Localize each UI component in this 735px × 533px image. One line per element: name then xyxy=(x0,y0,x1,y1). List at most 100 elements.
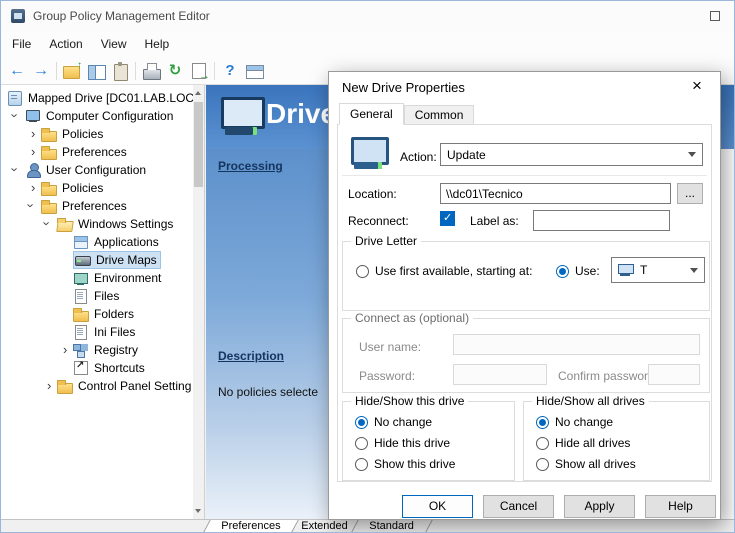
connect-as-group: Connect as (optional) User name: Passwor… xyxy=(342,318,710,393)
radio-use-first-available[interactable]: Use first available, starting at: xyxy=(356,264,532,278)
view-tabstrip: Preferences Extended Standard xyxy=(206,520,419,533)
tree-item-user-configuration[interactable]: User Configuration xyxy=(1,161,204,179)
tab-general[interactable]: General xyxy=(339,103,404,125)
tree-item-windows-settings[interactable]: Windows Settings xyxy=(1,215,204,233)
properties-icon[interactable] xyxy=(108,59,132,83)
tree-item-drive-maps[interactable]: Drive Maps xyxy=(1,251,204,269)
radio-use[interactable]: Use: xyxy=(556,264,600,278)
radio-selected-icon xyxy=(355,416,368,429)
print-icon[interactable] xyxy=(139,59,163,83)
menu-action[interactable]: Action xyxy=(40,33,91,55)
tree-item-policies-computer[interactable]: Policies xyxy=(1,125,204,143)
reconnect-checkbox[interactable] xyxy=(440,211,455,226)
bottom-bar: Preferences Extended Standard xyxy=(1,519,734,533)
tree-scrollbar[interactable] xyxy=(193,85,204,519)
chevron-expanded-icon[interactable] xyxy=(11,161,25,179)
toolbar-separator xyxy=(56,62,57,80)
radio-show-all-drives[interactable]: Show all drives xyxy=(536,457,636,471)
toolbar-separator xyxy=(214,62,215,80)
chevron-expanded-icon[interactable] xyxy=(43,215,57,233)
registry-icon xyxy=(73,342,89,358)
menu-help[interactable]: Help xyxy=(136,33,179,55)
radio-all-no-change[interactable]: No change xyxy=(536,415,613,429)
tree-item-applications[interactable]: Applications xyxy=(1,233,204,251)
tree-item-preferences-user[interactable]: Preferences xyxy=(1,197,204,215)
tree-item-environment[interactable]: Environment xyxy=(1,269,204,287)
cancel-button[interactable]: Cancel xyxy=(483,495,554,518)
tree-item-folders[interactable]: Folders xyxy=(1,305,204,323)
radio-hide-all-drives[interactable]: Hide all drives xyxy=(536,436,630,450)
app-icon xyxy=(10,8,26,24)
tab-preferences[interactable]: Preferences xyxy=(202,520,299,533)
label-as-input[interactable] xyxy=(533,210,670,231)
chevron-collapsed-icon[interactable] xyxy=(27,125,41,143)
forward-icon[interactable] xyxy=(29,59,53,83)
action-value: Update xyxy=(447,148,486,162)
title-bar: Group Policy Management Editor xyxy=(1,1,734,31)
tab-common[interactable]: Common xyxy=(404,105,475,125)
chevron-collapsed-icon[interactable] xyxy=(43,377,57,395)
tab-standard[interactable]: Standard xyxy=(350,520,432,533)
chevron-spacer xyxy=(59,305,73,323)
chevron-spacer xyxy=(59,323,73,341)
tree-item-registry[interactable]: Registry xyxy=(1,341,204,359)
folder-icon xyxy=(41,144,57,160)
close-icon[interactable] xyxy=(687,76,707,96)
help-button[interactable]: Help xyxy=(645,495,716,518)
chevron-collapsed-icon[interactable] xyxy=(27,179,41,197)
tree-item-preferences-computer[interactable]: Preferences xyxy=(1,143,204,161)
chevron-expanded-icon[interactable] xyxy=(27,197,41,215)
tree-item-computer-configuration[interactable]: Computer Configuration xyxy=(1,107,204,125)
maximize-button[interactable] xyxy=(710,11,720,21)
tree-item-shortcuts[interactable]: Shortcuts xyxy=(1,359,204,377)
folder-icon xyxy=(41,198,57,214)
tree-item-mapped-drive-root[interactable]: Mapped Drive [DC01.LAB.LOCA xyxy=(1,89,204,107)
scrollbar-thumb[interactable] xyxy=(194,102,203,187)
chevron-collapsed-icon[interactable] xyxy=(59,341,73,359)
radio-unselected-icon xyxy=(536,458,549,471)
open-folder-icon xyxy=(57,216,73,232)
chevron-expanded-icon[interactable] xyxy=(11,107,25,125)
menu-view[interactable]: View xyxy=(92,33,136,55)
chevron-collapsed-icon[interactable] xyxy=(27,143,41,161)
reconnect-label: Reconnect: xyxy=(348,214,409,228)
filter-options-icon[interactable] xyxy=(242,59,266,83)
tree-item-control-panel-settings[interactable]: Control Panel Setting xyxy=(1,377,204,395)
tree-item-files[interactable]: Files xyxy=(1,287,204,305)
description-link[interactable]: Description xyxy=(218,349,284,363)
radio-selected-icon xyxy=(556,265,569,278)
drive-properties-icon xyxy=(348,137,388,171)
action-dropdown[interactable]: Update xyxy=(440,143,703,166)
menu-bar: File Action View Help xyxy=(1,31,734,57)
show-console-tree-icon[interactable] xyxy=(84,59,108,83)
radio-hide-this-drive[interactable]: Hide this drive xyxy=(355,436,450,450)
drive-letter-dropdown[interactable]: T xyxy=(611,257,705,283)
back-icon[interactable] xyxy=(5,59,29,83)
label-as-label: Label as: xyxy=(470,214,519,228)
chevron-spacer xyxy=(59,287,73,305)
chevron-down-icon xyxy=(688,152,696,157)
drive-maps-icon xyxy=(75,252,91,268)
new-drive-properties-dialog: New Drive Properties General Common Acti… xyxy=(328,71,721,520)
apply-button[interactable]: Apply xyxy=(564,495,635,518)
radio-unselected-icon xyxy=(356,265,369,278)
tree-item-ini-files[interactable]: Ini Files xyxy=(1,323,204,341)
menu-file[interactable]: File xyxy=(3,33,40,55)
radio-this-no-change[interactable]: No change xyxy=(355,415,432,429)
ok-button[interactable]: OK xyxy=(402,495,473,518)
tree-item-policies-user[interactable]: Policies xyxy=(1,179,204,197)
location-input[interactable] xyxy=(440,183,671,204)
password-input xyxy=(453,364,547,385)
folder-icon xyxy=(41,126,57,142)
up-one-level-icon[interactable] xyxy=(60,59,84,83)
processing-link[interactable]: Processing xyxy=(218,159,283,173)
hide-show-all-drives-group: Hide/Show all drives No change Hide all … xyxy=(523,401,710,481)
help-icon[interactable] xyxy=(218,59,242,83)
drive-letter-group: Drive Letter Use first available, starti… xyxy=(342,241,710,311)
radio-show-this-drive[interactable]: Show this drive xyxy=(355,457,455,471)
export-list-icon[interactable] xyxy=(187,59,211,83)
computer-icon xyxy=(25,108,41,124)
refresh-icon[interactable] xyxy=(163,59,187,83)
browse-button[interactable]: ... xyxy=(677,183,703,204)
drive-letter-icon xyxy=(618,264,634,277)
